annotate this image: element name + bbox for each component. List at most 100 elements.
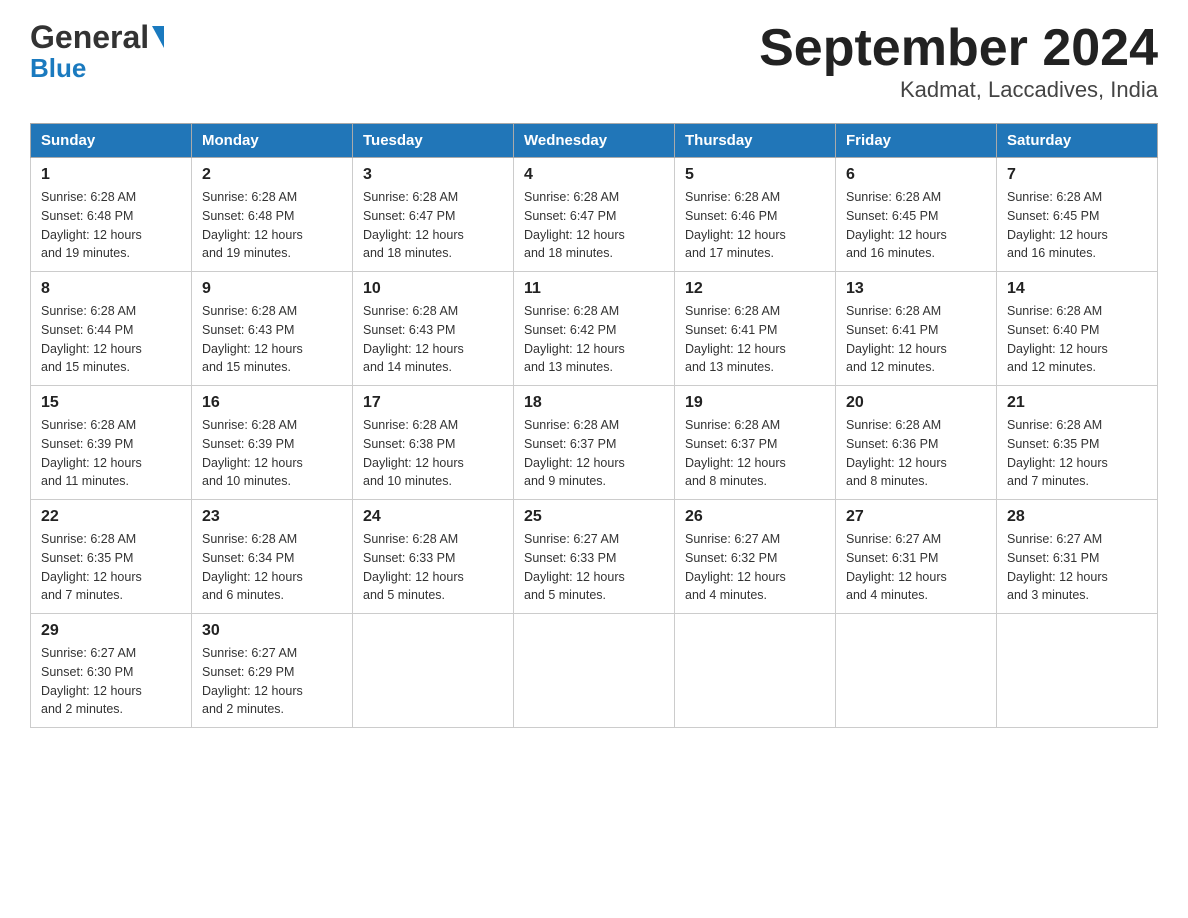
day-number: 26 — [685, 508, 825, 526]
day-info: Sunrise: 6:28 AMSunset: 6:39 PMDaylight:… — [202, 416, 342, 491]
day-number: 11 — [524, 280, 664, 298]
calendar-day-cell: 27 Sunrise: 6:27 AMSunset: 6:31 PMDayligh… — [836, 500, 997, 614]
day-number: 1 — [41, 166, 181, 184]
day-info: Sunrise: 6:28 AMSunset: 6:44 PMDaylight:… — [41, 302, 181, 377]
day-number: 12 — [685, 280, 825, 298]
day-info: Sunrise: 6:28 AMSunset: 6:47 PMDaylight:… — [363, 188, 503, 263]
calendar-day-cell: 5Sunrise: 6:28 AMSunset: 6:46 PMDaylight… — [675, 158, 836, 272]
calendar-day-cell: 8 Sunrise: 6:28 AMSunset: 6:44 PMDaylight… — [31, 272, 192, 386]
day-info: Sunrise: 6:28 AMSunset: 6:45 PMDaylight:… — [1007, 188, 1147, 263]
page-header: General Blue September 2024 Kadmat, Lacc… — [30, 20, 1158, 103]
page-subtitle: Kadmat, Laccadives, India — [759, 77, 1158, 103]
day-number: 30 — [202, 622, 342, 640]
col-tuesday: Tuesday — [353, 124, 514, 158]
day-number: 23 — [202, 508, 342, 526]
day-number: 10 — [363, 280, 503, 298]
day-info: Sunrise: 6:28 AMSunset: 6:43 PMDaylight:… — [202, 302, 342, 377]
day-number: 13 — [846, 280, 986, 298]
calendar-week-row: 1 Sunrise: 6:28 AMSunset: 6:48 PMDaylight… — [31, 158, 1158, 272]
calendar-week-row: 22 Sunrise: 6:28 AMSunset: 6:35 PMDayligh… — [31, 500, 1158, 614]
day-info: Sunrise: 6:28 AMSunset: 6:36 PMDaylight:… — [846, 416, 986, 491]
day-info: Sunrise: 6:28 AMSunset: 6:48 PMDaylight:… — [202, 188, 342, 263]
day-number: 3 — [363, 166, 503, 184]
calendar-day-cell: 17 Sunrise: 6:28 AMSunset: 6:38 PMDayligh… — [353, 386, 514, 500]
logo-blue: Blue — [30, 55, 86, 81]
day-info: Sunrise: 6:28 AMSunset: 6:41 PMDaylight:… — [846, 302, 986, 377]
calendar-week-row: 29 Sunrise: 6:27 AMSunset: 6:30 PMDayligh… — [31, 614, 1158, 728]
day-info: Sunrise: 6:27 AMSunset: 6:30 PMDaylight:… — [41, 644, 181, 719]
calendar-day-cell — [836, 614, 997, 728]
day-info: Sunrise: 6:28 AMSunset: 6:47 PMDaylight:… — [524, 188, 664, 263]
day-number: 29 — [41, 622, 181, 640]
col-thursday: Thursday — [675, 124, 836, 158]
calendar-week-row: 15 Sunrise: 6:28 AMSunset: 6:39 PMDayligh… — [31, 386, 1158, 500]
day-info: Sunrise: 6:28 AMSunset: 6:35 PMDaylight:… — [1007, 416, 1147, 491]
col-saturday: Saturday — [997, 124, 1158, 158]
calendar-day-cell — [514, 614, 675, 728]
logo-triangle-icon — [152, 26, 164, 48]
calendar-day-cell — [997, 614, 1158, 728]
day-info: Sunrise: 6:28 AMSunset: 6:46 PMDaylight:… — [685, 188, 825, 263]
day-number: 15 — [41, 394, 181, 412]
day-info: Sunrise: 6:28 AMSunset: 6:37 PMDaylight:… — [685, 416, 825, 491]
day-info: Sunrise: 6:27 AMSunset: 6:31 PMDaylight:… — [846, 530, 986, 605]
col-sunday: Sunday — [31, 124, 192, 158]
calendar-day-cell: 26 Sunrise: 6:27 AMSunset: 6:32 PMDayligh… — [675, 500, 836, 614]
calendar-day-cell: 29 Sunrise: 6:27 AMSunset: 6:30 PMDayligh… — [31, 614, 192, 728]
calendar-day-cell: 6 Sunrise: 6:28 AMSunset: 6:45 PMDaylight… — [836, 158, 997, 272]
calendar-day-cell: 22 Sunrise: 6:28 AMSunset: 6:35 PMDayligh… — [31, 500, 192, 614]
calendar-day-cell: 24Sunrise: 6:28 AMSunset: 6:33 PMDayligh… — [353, 500, 514, 614]
day-info: Sunrise: 6:28 AMSunset: 6:35 PMDaylight:… — [41, 530, 181, 605]
day-info: Sunrise: 6:28 AMSunset: 6:43 PMDaylight:… — [363, 302, 503, 377]
calendar-day-cell: 30 Sunrise: 6:27 AMSunset: 6:29 PMDayligh… — [192, 614, 353, 728]
calendar-day-cell: 13 Sunrise: 6:28 AMSunset: 6:41 PMDayligh… — [836, 272, 997, 386]
day-info: Sunrise: 6:28 AMSunset: 6:45 PMDaylight:… — [846, 188, 986, 263]
day-number: 25 — [524, 508, 664, 526]
day-info: Sunrise: 6:28 AMSunset: 6:34 PMDaylight:… — [202, 530, 342, 605]
calendar-day-cell: 20 Sunrise: 6:28 AMSunset: 6:36 PMDayligh… — [836, 386, 997, 500]
calendar-day-cell: 11 Sunrise: 6:28 AMSunset: 6:42 PMDayligh… — [514, 272, 675, 386]
day-info: Sunrise: 6:27 AMSunset: 6:29 PMDaylight:… — [202, 644, 342, 719]
day-info: Sunrise: 6:27 AMSunset: 6:32 PMDaylight:… — [685, 530, 825, 605]
day-number: 22 — [41, 508, 181, 526]
col-wednesday: Wednesday — [514, 124, 675, 158]
calendar-day-cell: 4 Sunrise: 6:28 AMSunset: 6:47 PMDaylight… — [514, 158, 675, 272]
title-block: September 2024 Kadmat, Laccadives, India — [759, 20, 1158, 103]
calendar-day-cell: 14Sunrise: 6:28 AMSunset: 6:40 PMDayligh… — [997, 272, 1158, 386]
day-number: 9 — [202, 280, 342, 298]
day-number: 21 — [1007, 394, 1147, 412]
day-number: 16 — [202, 394, 342, 412]
calendar-day-cell: 15 Sunrise: 6:28 AMSunset: 6:39 PMDayligh… — [31, 386, 192, 500]
calendar-day-cell: 18 Sunrise: 6:28 AMSunset: 6:37 PMDayligh… — [514, 386, 675, 500]
logo-general: General — [30, 20, 149, 55]
day-number: 20 — [846, 394, 986, 412]
day-number: 27 — [846, 508, 986, 526]
calendar-day-cell: 7 Sunrise: 6:28 AMSunset: 6:45 PMDaylight… — [997, 158, 1158, 272]
day-number: 28 — [1007, 508, 1147, 526]
day-info: Sunrise: 6:28 AMSunset: 6:38 PMDaylight:… — [363, 416, 503, 491]
day-info: Sunrise: 6:28 AMSunset: 6:37 PMDaylight:… — [524, 416, 664, 491]
day-info: Sunrise: 6:28 AMSunset: 6:39 PMDaylight:… — [41, 416, 181, 491]
col-friday: Friday — [836, 124, 997, 158]
day-number: 7 — [1007, 166, 1147, 184]
calendar-day-cell: 12Sunrise: 6:28 AMSunset: 6:41 PMDayligh… — [675, 272, 836, 386]
calendar-day-cell: 23 Sunrise: 6:28 AMSunset: 6:34 PMDayligh… — [192, 500, 353, 614]
day-number: 18 — [524, 394, 664, 412]
day-number: 19 — [685, 394, 825, 412]
col-monday: Monday — [192, 124, 353, 158]
calendar-day-cell: 1Sunrise: 6:28 AMSunset: 6:48 PMDaylight… — [31, 158, 192, 272]
calendar-day-cell: 25Sunrise: 6:27 AMSunset: 6:33 PMDayligh… — [514, 500, 675, 614]
calendar-day-cell: 2Sunrise: 6:28 AMSunset: 6:48 PMDaylight… — [192, 158, 353, 272]
logo: General Blue — [30, 20, 164, 81]
page-title: September 2024 — [759, 20, 1158, 77]
day-info: Sunrise: 6:28 AMSunset: 6:33 PMDaylight:… — [363, 530, 503, 605]
day-number: 4 — [524, 166, 664, 184]
day-number: 6 — [846, 166, 986, 184]
day-info: Sunrise: 6:27 AMSunset: 6:31 PMDaylight:… — [1007, 530, 1147, 605]
calendar-week-row: 8 Sunrise: 6:28 AMSunset: 6:44 PMDaylight… — [31, 272, 1158, 386]
day-number: 17 — [363, 394, 503, 412]
calendar-day-cell — [675, 614, 836, 728]
day-info: Sunrise: 6:28 AMSunset: 6:42 PMDaylight:… — [524, 302, 664, 377]
calendar-header-row: Sunday Monday Tuesday Wednesday Thursday… — [31, 124, 1158, 158]
day-number: 8 — [41, 280, 181, 298]
